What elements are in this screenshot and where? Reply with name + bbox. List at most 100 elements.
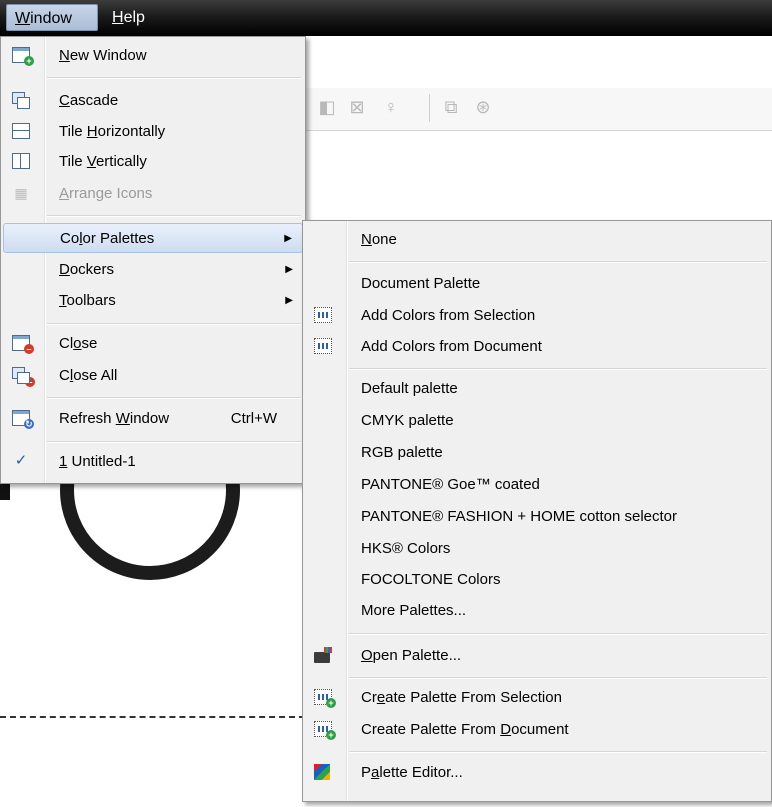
palette-item-rgb[interactable]: RGB palette (305, 438, 769, 468)
label-post: ockers (69, 261, 115, 278)
label-pre: CMYK palette (361, 412, 454, 429)
label-pre: Add Colors from Selection (361, 307, 536, 324)
label-pre: Default palette (361, 380, 458, 397)
submenu-arrow-icon: ▶ (285, 295, 293, 306)
add-colors-selection-icon (314, 307, 332, 323)
label-post: or Palettes (82, 230, 155, 247)
shortcut-text: Ctrl+W (230, 410, 277, 427)
palette-item-add-colors-document[interactable]: Add Colors from Document (305, 332, 769, 362)
menu-item-close-all[interactable]: – Close All (3, 361, 303, 391)
menu-separator (349, 368, 767, 370)
color-palettes-submenu: None Document Palette Add Colors from Se… (302, 220, 772, 802)
menu-window[interactable]: Window (6, 4, 98, 31)
background-toolbar (305, 88, 772, 131)
palette-item-default[interactable]: Default palette (305, 374, 769, 404)
label-mnemonic: A (59, 185, 70, 202)
label-post: pen Palette... (372, 647, 462, 664)
toolbar-bulb-icon[interactable]: ♀ (380, 96, 402, 118)
palette-item-create-from-selection[interactable]: + Create Palette From Selection (305, 683, 769, 713)
label-mnemonic: T (59, 292, 67, 309)
label-post: Untitled-1 (67, 453, 136, 470)
add-colors-document-icon (314, 338, 332, 354)
menu-separator (47, 77, 301, 79)
label-post: ew Window (69, 47, 147, 64)
palette-editor-icon (314, 764, 332, 780)
new-window-icon: + (12, 47, 34, 66)
palette-item-pantone-goe[interactable]: PANTONE® Goe™ coated (305, 470, 769, 500)
toolbar-transparency-icon[interactable]: ⊠ (346, 96, 368, 118)
menu-item-new-window[interactable]: + New Window (3, 41, 303, 71)
label-post: oolbars (66, 292, 116, 309)
palette-item-none[interactable]: None (305, 225, 769, 255)
menu-item-refresh-window[interactable]: ↻ Refresh Window Ctrl+W (3, 404, 303, 434)
label-pre: Co (60, 230, 80, 247)
label-post: lette Editor... (379, 764, 463, 781)
palette-item-palette-editor[interactable]: Palette Editor... (305, 758, 769, 788)
label-mnemonic: V (86, 153, 96, 170)
palette-item-cmyk[interactable]: CMYK palette (305, 406, 769, 436)
menu-help-mnemonic: H (112, 9, 124, 26)
label-pre: Tile (59, 153, 87, 170)
label-mnemonic: H (86, 123, 98, 140)
label-post: indow (129, 410, 170, 427)
label-mnemonic: D (500, 721, 512, 738)
label-pre: RGB palette (361, 444, 443, 461)
menu-help-rest: elp (123, 9, 145, 26)
menu-separator (47, 323, 301, 325)
menu-item-close[interactable]: – Close (3, 329, 303, 359)
palette-item-pantone-fashion[interactable]: PANTONE® FASHION + HOME cotton selector (305, 502, 769, 532)
label-pre: Cr (361, 689, 377, 706)
palette-item-more-palettes[interactable]: More Palettes... (305, 596, 769, 626)
toolbar-shape-icon[interactable]: ◧ (316, 96, 338, 118)
menu-item-cascade[interactable]: Cascade (3, 86, 303, 116)
tile-vertically-icon (12, 153, 30, 169)
menu-item-color-palettes[interactable]: Color Palettes ▶ (3, 223, 303, 253)
menu-window-rest: indow (30, 10, 72, 27)
label-pre: Tile (59, 123, 87, 140)
label-pre: HKS® Colors (361, 540, 451, 557)
menu-item-untitled-1[interactable]: ✓ 1 Untitled-1 (3, 447, 303, 477)
label-mnemonic: O (361, 647, 373, 664)
create-palette-document-icon: + (314, 721, 336, 740)
label-pre: Cl (59, 335, 74, 352)
menu-item-dockers[interactable]: Dockers ▶ (3, 255, 303, 285)
canvas-dashed-line (0, 716, 305, 718)
label-pre: PANTONE® Goe™ coated (361, 476, 540, 493)
arrange-icons-icon: ▦ (14, 185, 28, 201)
label-mnemonic: N (361, 231, 372, 248)
menu-item-toolbars[interactable]: Toolbars ▶ (3, 286, 303, 316)
palette-item-hks[interactable]: HKS® Colors (305, 534, 769, 564)
palette-item-document-palette[interactable]: Document Palette (305, 269, 769, 299)
label-mnemonic: D (59, 261, 70, 278)
label-pre: More Palettes... (361, 602, 467, 619)
menu-help[interactable]: Help (104, 4, 164, 31)
menu-separator (349, 261, 767, 263)
label-mnemonic: W (115, 410, 130, 427)
window-menu: + New Window Cascade Tile Horizontally T… (0, 36, 306, 484)
open-palette-icon (314, 647, 332, 663)
label-post: rrange Icons (69, 185, 153, 202)
menu-separator (349, 751, 767, 753)
toolbar-copy-icon[interactable]: ⧉ (440, 96, 462, 118)
label-pre: Create Palette From (361, 721, 501, 738)
menu-item-tile-vertically[interactable]: Tile Vertically (3, 147, 303, 177)
submenu-arrow-icon: ▶ (285, 264, 293, 275)
label-post: ascade (69, 92, 119, 109)
menu-separator (47, 397, 301, 399)
label-post: ocument (511, 721, 569, 738)
palette-item-create-from-document[interactable]: + Create Palette From Document (305, 715, 769, 745)
label-mnemonic: o (73, 335, 82, 352)
label-post: ose All (73, 367, 118, 384)
palette-item-add-colors-selection[interactable]: Add Colors from Selection (305, 301, 769, 331)
toolbar-separator (429, 94, 430, 122)
menu-separator (349, 633, 767, 635)
palette-item-focoltone[interactable]: FOCOLTONE Colors (305, 565, 769, 595)
label-post: ertically (95, 153, 147, 170)
menu-item-arrange-icons: ▦ Arrange Icons (3, 179, 303, 209)
menu-item-tile-horizontally[interactable]: Tile Horizontally (3, 117, 303, 147)
create-palette-selection-icon: + (314, 689, 336, 708)
label-post: se (81, 335, 98, 352)
palette-item-open-palette[interactable]: Open Palette... (305, 641, 769, 671)
label-mnemonic: N (59, 47, 70, 64)
toolbar-clear-icon[interactable]: ⊛ (472, 96, 494, 118)
